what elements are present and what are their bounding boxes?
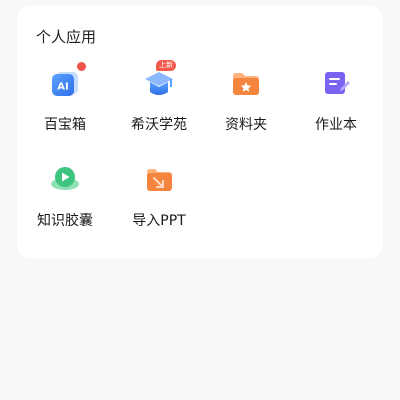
app-xiwo-xueyuan[interactable]: 上新 希沃学苑	[119, 60, 199, 134]
import-ppt-icon	[142, 162, 176, 196]
ai-icon-text: AI	[57, 82, 68, 93]
app-label: 知识胶囊	[37, 213, 93, 229]
ai-toolbox-icon: AI	[48, 62, 86, 100]
knowledge-capsule-icon	[48, 162, 82, 196]
app-zhishi-jiaonang[interactable]: 知识胶囊	[25, 162, 105, 230]
folder-star-icon	[229, 66, 263, 100]
app-label: 资料夹	[225, 117, 267, 133]
app-label: 作业本	[315, 117, 357, 133]
app-baibaoxiang[interactable]: AI 百宝箱	[25, 62, 105, 134]
graduation-cap-icon: 上新	[142, 60, 176, 100]
app-label: 希沃学苑	[131, 117, 187, 133]
personal-apps-card: 个人应用 AI 百宝箱 上新 希沃学苑 资料夹 作业本 知识胶囊 导入PPT	[17, 6, 383, 258]
app-ziliaojia[interactable]: 资料夹	[206, 66, 286, 134]
app-label: 百宝箱	[44, 117, 86, 133]
notification-dot	[77, 62, 86, 71]
new-badge: 上新	[156, 60, 176, 71]
app-label: 导入PPT	[132, 213, 186, 229]
homework-notebook-icon	[319, 66, 353, 100]
app-zuoyeben[interactable]: 作业本	[296, 66, 376, 134]
app-import-ppt[interactable]: 导入PPT	[119, 162, 199, 230]
section-title: 个人应用	[36, 28, 97, 46]
